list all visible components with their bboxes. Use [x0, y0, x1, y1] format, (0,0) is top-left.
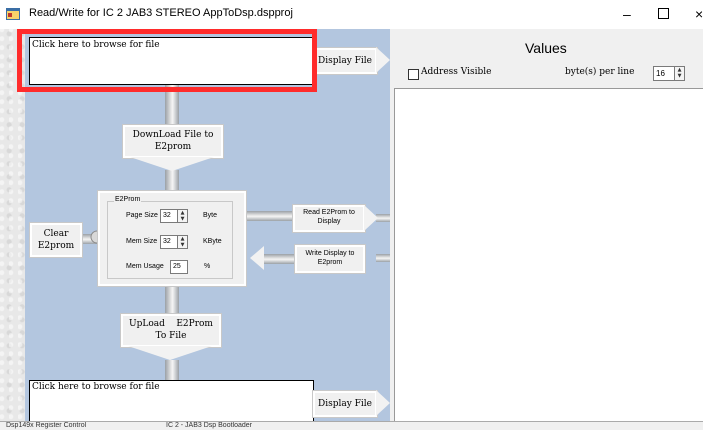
pipe [165, 360, 179, 382]
values-text-area[interactable] [394, 88, 703, 422]
bottom-display-file-button[interactable]: Display File [312, 390, 378, 418]
arrow-right-icon [376, 390, 390, 416]
page-size-unit: Byte [203, 212, 218, 219]
mem-size-input[interactable]: 32 [160, 235, 178, 249]
tab-register-control[interactable]: Dsp149x Register Control [6, 422, 86, 429]
window-title: Read/Write for IC 2 JAB3 STEREO AppToDsp… [29, 7, 293, 19]
page-size-spinner[interactable]: ▲ ▼ [177, 209, 188, 223]
mem-usage-label: Mem Usage [126, 263, 164, 270]
pipe [376, 254, 390, 262]
pipe [244, 211, 292, 221]
download-file-button[interactable]: DownLoad File to E2prom [122, 124, 224, 159]
arrow-down-icon [130, 157, 214, 171]
pipe [264, 254, 294, 264]
clear-label: Clear E2prom [37, 229, 75, 251]
read-e2prom-button[interactable]: Read E2Prom to Display [292, 204, 366, 233]
bytes-per-line-input[interactable]: 16 [653, 66, 675, 81]
app-window-icon [6, 8, 20, 20]
arrow-left-icon [250, 246, 264, 270]
address-visible-checkbox[interactable] [408, 69, 419, 80]
bottom-display-file-label: Display File [318, 399, 372, 409]
e2prom-group-title: E2Prom [114, 196, 142, 203]
minimize-button[interactable]: – [623, 6, 631, 22]
mem-size-label: Mem Size [126, 238, 158, 245]
arrow-right-icon [376, 47, 390, 73]
clear-e2prom-button[interactable]: Clear E2prom [29, 222, 83, 258]
close-button[interactable]: × [695, 6, 703, 22]
bytes-per-line-label: byte(s) per line [565, 67, 635, 77]
mem-size-unit: KByte [203, 238, 222, 245]
bytes-per-line-spinner[interactable]: ▲ ▼ [674, 66, 685, 81]
read-e2prom-label: Read E2Prom to Display [303, 209, 355, 225]
mem-usage-unit: % [204, 263, 211, 270]
write-display-button[interactable]: Write Display to E2prom [294, 244, 366, 274]
highlight-box [17, 29, 317, 92]
pipe [165, 170, 179, 192]
page-size-input[interactable]: 32 [160, 209, 178, 223]
top-display-file-label: Display File [318, 56, 372, 66]
tab-bootloader[interactable]: IC 2 - JAB3 Dsp Bootloader [166, 422, 252, 429]
pipe [165, 284, 179, 314]
mem-size-spinner[interactable]: ▲ ▼ [177, 235, 188, 249]
upload-label: UpLoad E2Prom To File [129, 319, 216, 341]
address-visible-label: Address Visible [421, 67, 492, 77]
pipe [376, 214, 390, 222]
mem-usage-value: 25 [170, 260, 188, 274]
upload-e2prom-button[interactable]: UpLoad E2Prom To File [120, 313, 222, 348]
page-size-label: Page Size [126, 212, 158, 219]
top-display-file-button[interactable]: Display File [312, 47, 378, 75]
download-label: DownLoad File to E2prom [132, 130, 214, 152]
write-display-label: Write Display to E2prom [305, 250, 355, 266]
bottom-file-path-box[interactable]: Click here to browse for file [29, 380, 314, 422]
arrow-down-icon [128, 346, 212, 360]
bottom-file-path-text: Click here to browse for file [32, 382, 160, 392]
values-title: Values [525, 40, 567, 56]
arrow-right-icon [364, 205, 378, 231]
maximize-icon[interactable] [658, 8, 669, 19]
